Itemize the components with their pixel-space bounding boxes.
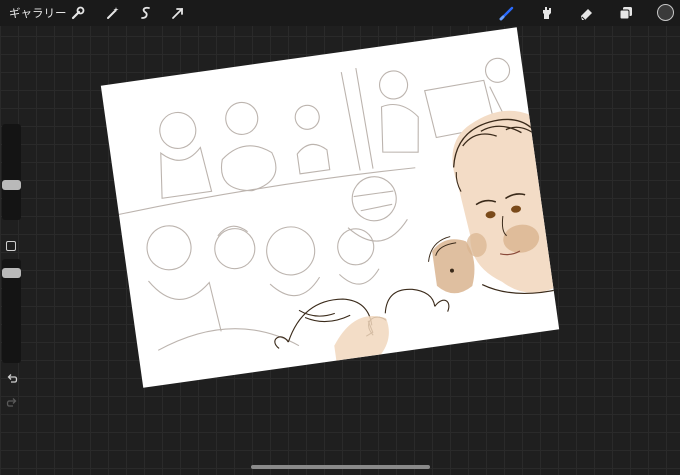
smudge-icon [543,7,551,19]
magic-wand-icon [107,7,119,19]
opacity-thumb[interactable] [2,268,21,278]
transform-arrow-icon [172,8,183,19]
eraser-button[interactable] [577,3,597,23]
adjustments-button[interactable] [103,3,123,23]
home-indicator [251,465,430,469]
selection-button[interactable] [136,3,156,23]
sketch-artwork [118,57,560,361]
smudge-button[interactable] [537,3,557,23]
layers-button[interactable] [616,3,636,23]
brush-size-slider[interactable] [2,124,21,220]
wrench-icon [71,6,85,20]
color-picker[interactable] [657,4,674,21]
brush-icon [499,6,514,21]
eraser-icon [581,9,592,21]
brush-button[interactable] [497,3,517,23]
selection-icon [141,6,150,19]
brush-size-thumb[interactable] [2,180,21,190]
top-toolbar: ギャラリー [0,0,680,26]
drawing-canvas[interactable] [100,27,560,388]
actions-button[interactable] [68,3,88,23]
left-sidebar [0,124,22,419]
redo-icon[interactable] [5,396,19,410]
modify-button[interactable] [6,241,16,251]
gallery-button[interactable]: ギャラリー [9,5,67,21]
transform-button[interactable] [168,3,188,23]
undo-icon[interactable] [5,372,19,386]
layers-icon [619,7,632,20]
